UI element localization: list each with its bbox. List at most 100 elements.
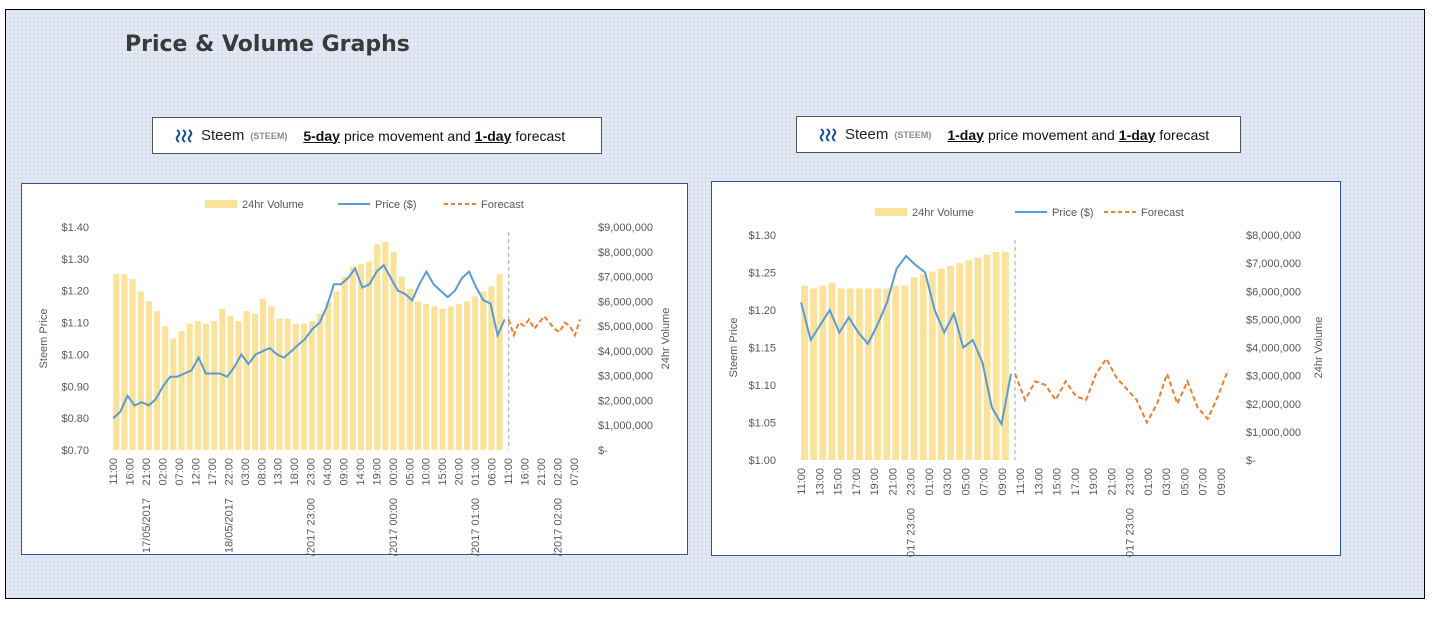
volume-bar — [366, 261, 373, 450]
volume-bar — [251, 313, 258, 450]
x-tick-label: 05:00 — [960, 468, 972, 496]
x-tick-label: 16:00 — [125, 458, 137, 486]
y2-tick-label: $6,000,000 — [1246, 286, 1301, 298]
x-tick-label: 17:00 — [1070, 468, 1082, 496]
x-tick-label: 23:00 — [906, 468, 918, 496]
steem-logo-icon — [819, 127, 837, 142]
x-tick-label: 18:00 — [289, 458, 301, 486]
volume-bar — [202, 323, 210, 450]
x-tick-label: 20:00 — [454, 458, 466, 486]
volume-bar — [284, 318, 291, 450]
volume-bar — [965, 260, 973, 460]
y2-tick-label: $1,000,000 — [598, 420, 653, 432]
x-tick-label: 06:00 — [487, 458, 499, 486]
y-tick-label: $1.30 — [748, 230, 776, 242]
x-tick-label: 09:00 — [997, 468, 1009, 496]
coin-ticker: (STEEM) — [250, 130, 288, 141]
volume-bar — [406, 288, 413, 450]
volume-bar — [227, 316, 234, 450]
y2-tick-label: $2,000,000 — [1246, 399, 1301, 411]
volume-bar — [341, 276, 348, 450]
y2-tick-label: $1,000,000 — [1246, 427, 1301, 439]
y-tick-label: $1.05 — [748, 418, 776, 430]
volume-bar — [178, 331, 185, 450]
caption-mid-text: price movement and — [987, 126, 1115, 143]
x-date-label: 21/05/2017 00:00 — [388, 498, 400, 556]
x-tick-label: 07:00 — [979, 468, 991, 496]
y2-tick-label: $8,000,000 — [1246, 230, 1301, 242]
volume-bar — [398, 276, 405, 450]
volume-bar — [260, 298, 267, 450]
volume-bar — [145, 301, 152, 450]
volume-bar — [846, 288, 854, 460]
worksheet: Price & Volume Graphs Steem (STEEM) 5-da… — [5, 9, 1425, 599]
x-tick-label: 12:00 — [190, 458, 202, 486]
x-tick-label: 13:00 — [273, 458, 285, 486]
chart-caption-1day: Steem (STEEM) 1-day price movement and 1… — [796, 116, 1241, 153]
y2-axis-title: 24hr Volume — [1313, 317, 1325, 379]
x-tick-label: 15:00 — [437, 458, 449, 486]
x-date-label: 18/05/2017 — [223, 498, 235, 553]
page-title: Price & Volume Graphs — [125, 32, 410, 57]
volume-bar — [901, 285, 909, 460]
volume-bar — [801, 285, 808, 460]
volume-bar — [333, 291, 340, 450]
x-tick-label: 11:00 — [1015, 468, 1027, 495]
x-date-label: 17/05/2017 — [141, 498, 153, 553]
volume-bar — [325, 301, 332, 450]
x-tick-label: 07:00 — [1198, 468, 1210, 496]
x-date-label: 22/05/2017 01:00 — [470, 498, 482, 556]
x-tick-label: 14:00 — [355, 458, 367, 486]
x-tick-label: 09:00 — [1216, 468, 1228, 496]
y2-tick-label: $4,000,000 — [598, 346, 653, 358]
x-tick-label: 01:00 — [924, 468, 936, 496]
legend-price-label: Price ($) — [375, 199, 417, 211]
volume-bar — [292, 323, 299, 450]
x-tick-label: 21:00 — [141, 458, 153, 486]
y2-tick-label: $6,000,000 — [598, 296, 653, 308]
y2-tick-label: $7,000,000 — [1246, 258, 1301, 270]
volume-bar — [992, 251, 1000, 460]
y-tick-label: $1.20 — [748, 305, 776, 317]
x-tick-label: 11:00 — [108, 458, 120, 485]
x-date-label: 21/05/2017 23:00 — [906, 508, 918, 557]
volume-bar — [463, 301, 471, 450]
volume-bar — [219, 308, 226, 450]
x-date-label: 23/05/2017 02:00 — [552, 498, 564, 556]
volume-bar — [983, 254, 991, 460]
y-tick-label: $1.25 — [748, 268, 776, 280]
volume-bar — [910, 277, 918, 460]
volume-bar — [447, 306, 454, 450]
y-tick-label: $0.90 — [61, 381, 89, 393]
x-tick-label: 15:00 — [1052, 468, 1064, 496]
period-label: 1-day — [947, 126, 984, 143]
y2-tick-label: $- — [1246, 455, 1256, 467]
legend-volume-label: 24hr Volume — [912, 207, 974, 219]
chart-5day: $0.70 $0.80 $0.90 $1.00 $1.10 $1.20 $1.30 $1.40… — [21, 183, 688, 556]
caption-mid-text: price movement and — [343, 127, 471, 144]
y-tick-label: $1.10 — [61, 318, 89, 330]
x-tick-label: 22:00 — [223, 458, 235, 486]
forecast-period-label: 1-day — [474, 127, 512, 144]
volume-bar — [455, 303, 462, 450]
x-tick-label: 01:00 — [1143, 468, 1155, 496]
coin-ticker: (STEEM) — [894, 129, 932, 140]
volume-bar — [349, 266, 356, 450]
x-tick-label: 01:00 — [470, 458, 482, 486]
y2-tick-label: $2,000,000 — [598, 395, 653, 407]
x-tick-label: 04:00 — [322, 458, 334, 486]
y-tick-label: $1.20 — [61, 286, 89, 298]
volume-bar — [121, 274, 128, 450]
forecast-period-label: 1-day — [1118, 126, 1156, 143]
volume-bar — [947, 265, 954, 460]
legend-volume-label: 24hr Volume — [242, 199, 304, 211]
volume-bar — [137, 291, 144, 450]
volume-bar — [837, 288, 845, 460]
volume-bar — [414, 301, 422, 450]
y2-axis-title: 24hr Volume — [660, 308, 672, 370]
chart-1day: $1.00 $1.05 $1.10 $1.15 $1.20 $1.25 $1.30 $- $1,… — [711, 181, 1341, 557]
y-tick-label: $1.00 — [748, 455, 776, 467]
coin-name: Steem — [845, 126, 889, 143]
volume-bar — [170, 338, 177, 450]
volume-bar — [268, 306, 275, 450]
